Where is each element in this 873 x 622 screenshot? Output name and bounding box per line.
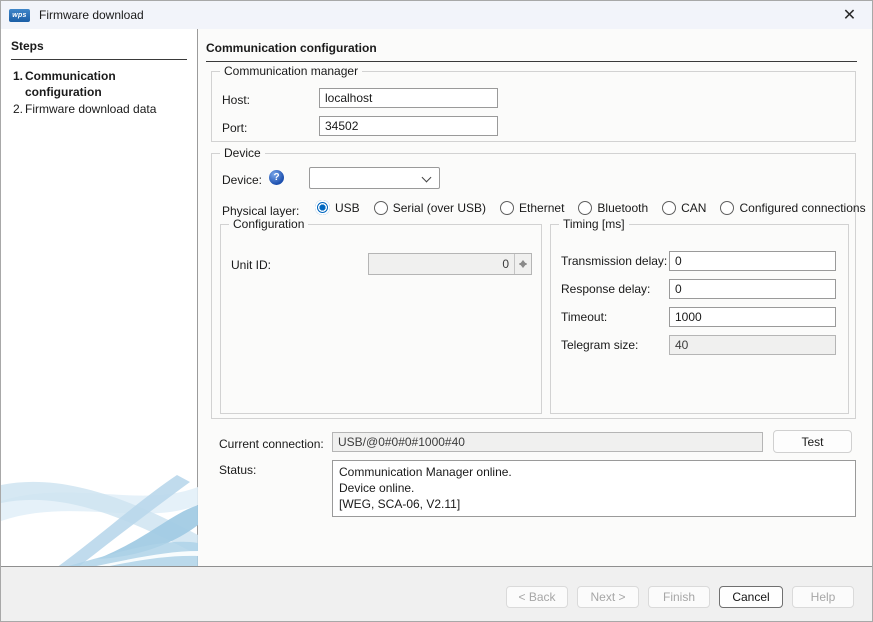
timeout-label: Timeout: (561, 310, 669, 324)
timing-row-telegram-size: Telegram size: (561, 335, 836, 355)
chevron-down-icon (422, 173, 432, 183)
unit-id-label: Unit ID: (231, 258, 271, 272)
radio-usb[interactable]: USB (315, 200, 360, 215)
radio-icon (374, 201, 388, 215)
transmission-delay-label: Transmission delay: (561, 254, 669, 268)
title-bar: wps Firmware download ✕ (1, 1, 872, 29)
port-input[interactable] (319, 116, 498, 136)
steps-sidebar: Steps 1. Communication configuration 2. … (1, 29, 198, 568)
transmission-delay-input[interactable] (669, 251, 836, 271)
decorative-swoosh (1, 471, 198, 568)
step-label: Communication configuration (25, 68, 193, 100)
device-label: Device: (222, 173, 262, 187)
status-box: Communication Manager online. Device onl… (332, 460, 856, 517)
test-button[interactable]: Test (773, 430, 852, 453)
telegram-size-label: Telegram size: (561, 338, 669, 352)
radio-label: CAN (681, 201, 706, 215)
back-button: < Back (506, 586, 568, 608)
timing-row-response-delay: Response delay: (561, 279, 836, 299)
radio-icon (720, 201, 734, 215)
radio-bluetooth[interactable]: Bluetooth (578, 201, 648, 215)
current-connection-field (332, 432, 763, 452)
step-number: 2. (1, 101, 25, 117)
help-icon[interactable]: ? (269, 170, 284, 185)
timing-group: Timing [ms] Transmission delay: Response… (550, 224, 849, 414)
step-label: Firmware download data (25, 101, 193, 117)
spinner-buttons (514, 254, 531, 274)
response-delay-input[interactable] (669, 279, 836, 299)
host-input[interactable] (319, 88, 498, 108)
device-group: Device Device: ? Physical layer: USB Ser… (211, 153, 856, 419)
group-legend: Communication manager (220, 64, 362, 78)
physical-layer-radio-group: USB Serial (over USB) Ethernet Bluetooth… (315, 200, 866, 215)
telegram-size-input (669, 335, 836, 355)
radio-icon (500, 201, 514, 215)
radio-ethernet[interactable]: Ethernet (500, 201, 564, 215)
timing-row-timeout: Timeout: (561, 307, 836, 327)
radio-label: Ethernet (519, 201, 564, 215)
radio-label: Configured connections (739, 201, 865, 215)
finish-button: Finish (648, 586, 710, 608)
radio-serial-over-usb[interactable]: Serial (over USB) (374, 201, 486, 215)
timing-rows: Transmission delay: Response delay: Time… (561, 251, 836, 355)
close-icon[interactable]: ✕ (827, 1, 872, 29)
host-label: Host: (222, 93, 250, 107)
radio-configured-connections[interactable]: Configured connections (720, 201, 865, 215)
steps-heading: Steps (11, 39, 187, 60)
spin-down-icon (515, 264, 531, 274)
device-dropdown[interactable] (309, 167, 440, 189)
communication-manager-group: Communication manager Host: Port: (211, 71, 856, 142)
response-delay-label: Response delay: (561, 282, 669, 296)
radio-icon (662, 201, 676, 215)
group-legend: Device (220, 146, 265, 160)
footer-bar: < Back Next > Finish Cancel Help (1, 566, 872, 621)
configuration-group: Configuration Unit ID: (220, 224, 542, 414)
step-item-communication-configuration: 1. Communication configuration (1, 68, 193, 100)
port-label: Port: (222, 121, 247, 135)
cancel-button[interactable]: Cancel (719, 586, 783, 608)
window-title: Firmware download (39, 8, 144, 22)
unit-id-input (368, 253, 532, 275)
group-legend: Timing [ms] (559, 217, 629, 231)
steps-list: 1. Communication configuration 2. Firmwa… (1, 68, 193, 118)
help-button[interactable]: Help (792, 586, 854, 608)
wps-logo-icon: wps (9, 9, 30, 22)
radio-label: USB (335, 201, 360, 215)
radio-icon (578, 201, 592, 215)
status-label: Status: (219, 463, 256, 477)
page-title: Communication configuration (206, 41, 857, 62)
radio-can[interactable]: CAN (662, 201, 706, 215)
next-button: Next > (577, 586, 639, 608)
physical-layer-label: Physical layer: (222, 204, 299, 218)
wizard-buttons: < Back Next > Finish Cancel Help (506, 586, 854, 608)
radio-label: Serial (over USB) (393, 201, 486, 215)
timing-row-transmission-delay: Transmission delay: (561, 251, 836, 271)
firmware-download-dialog: wps Firmware download ✕ Steps 1. Communi… (0, 0, 873, 622)
radio-selected-icon (315, 200, 330, 215)
step-item-firmware-download-data: 2. Firmware download data (1, 101, 193, 117)
current-connection-label: Current connection: (219, 437, 324, 451)
unit-id-stepper (368, 253, 532, 275)
timeout-input[interactable] (669, 307, 836, 327)
group-legend: Configuration (229, 217, 308, 231)
step-number: 1. (1, 68, 25, 100)
radio-label: Bluetooth (597, 201, 648, 215)
